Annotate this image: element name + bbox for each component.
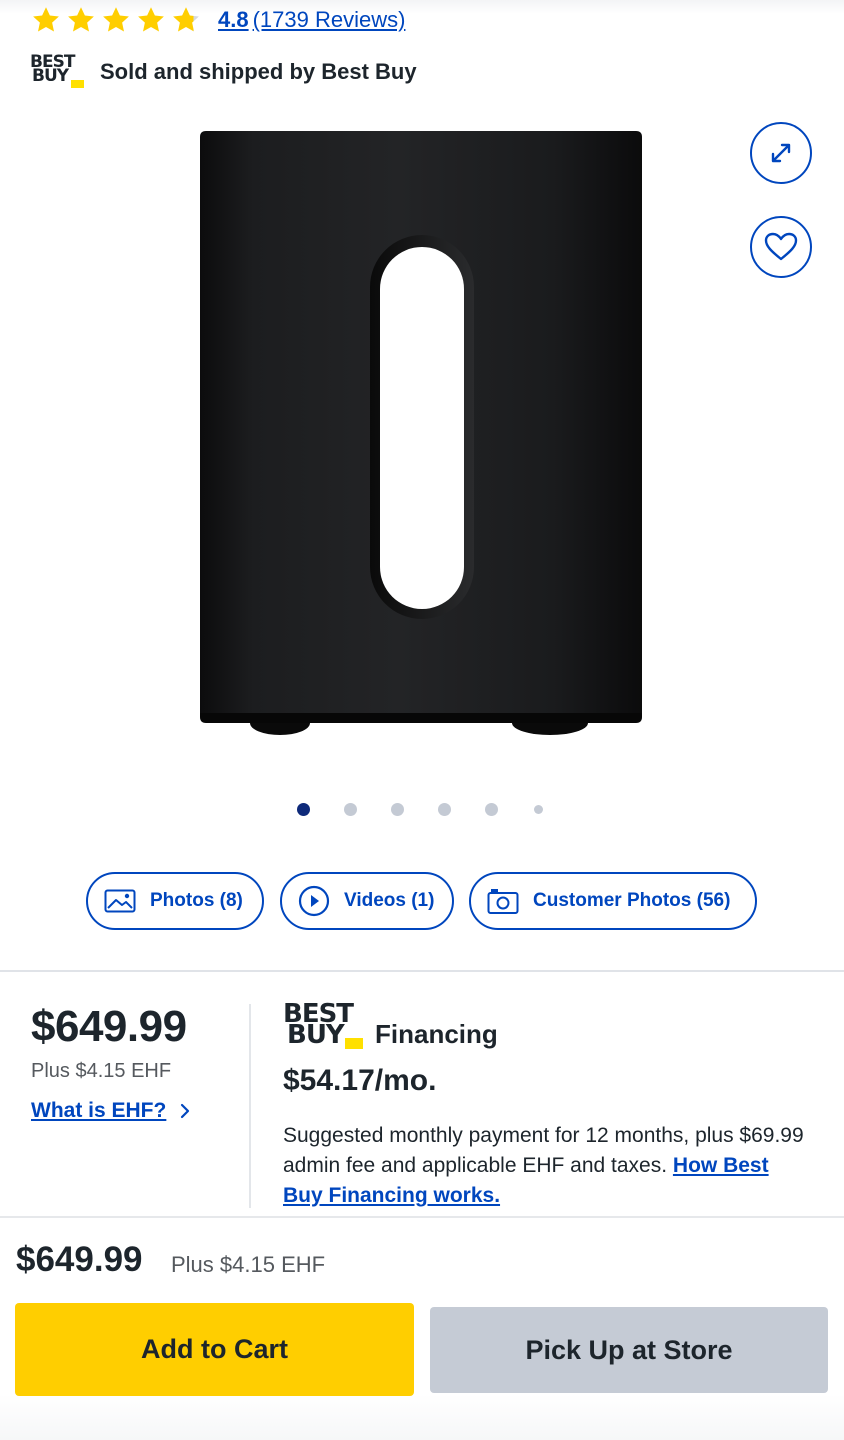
section-divider <box>0 970 844 972</box>
carousel-dot[interactable] <box>297 802 310 816</box>
heart-icon <box>764 232 798 261</box>
star-icon <box>103 7 129 32</box>
rating-row: 4.8 (1739 Reviews) <box>30 4 405 36</box>
bar-price: $649.99 <box>16 1240 143 1279</box>
videos-button[interactable]: Videos (1) <box>280 872 454 930</box>
star-icon <box>33 7 59 32</box>
rating-score[interactable]: 4.8 <box>218 7 249 32</box>
carousel-dot[interactable] <box>438 802 451 816</box>
image-icon <box>104 889 136 913</box>
play-icon <box>298 885 330 917</box>
monthly-payment: $54.17/mo. <box>283 1064 437 1097</box>
pick-up-at-store-button[interactable]: Pick Up at Store <box>430 1307 828 1393</box>
videos-label[interactable]: Videos (1) <box>344 890 434 912</box>
price-tag-icon <box>71 80 84 88</box>
financing-description: Suggested monthly payment for 12 months,… <box>283 1124 804 1207</box>
financing-header: BEST BUY Financing <box>283 1001 498 1051</box>
seller-text: Sold and shipped by Best Buy <box>100 59 417 84</box>
review-count[interactable]: (1739 Reviews) <box>253 7 406 32</box>
chevron-right-icon <box>181 1103 190 1119</box>
reviews-link[interactable]: 4.8 (1739 Reviews) <box>218 7 405 33</box>
photos-label[interactable]: Photos (8) <box>150 890 243 912</box>
wishlist-button[interactable] <box>750 216 812 278</box>
expand-image-button[interactable] <box>750 122 812 184</box>
sticky-purchase-bar: $649.99 Plus $4.15 EHF Add to Cart Pick … <box>0 1216 844 1440</box>
product-image[interactable] <box>190 125 652 740</box>
what-is-ehf-link[interactable]: What is EHF? <box>31 1099 190 1123</box>
customer-photos-label[interactable]: Customer Photos (56) <box>533 890 730 912</box>
add-to-cart-button[interactable]: Add to Cart <box>15 1303 414 1396</box>
camera-icon <box>487 889 519 914</box>
carousel-dot[interactable] <box>391 802 404 816</box>
star-rating <box>30 5 202 35</box>
product-price: $649.99 <box>31 1002 187 1051</box>
star-icon <box>68 7 94 32</box>
ehf-note: Plus $4.15 EHF <box>31 1060 172 1082</box>
star-icon <box>138 7 164 32</box>
star-icon <box>173 7 199 32</box>
carousel-dot[interactable] <box>485 802 498 816</box>
best-buy-logo: BEST BUY <box>30 54 86 88</box>
seller-row: BEST BUY Sold and shipped by Best Buy <box>30 54 417 90</box>
carousel-dot[interactable] <box>534 804 543 814</box>
carousel-dot[interactable] <box>344 802 357 816</box>
financing-title: Financing <box>375 1018 498 1049</box>
expand-arrows-icon <box>771 143 791 163</box>
best-buy-logo: BEST BUY <box>283 1001 371 1050</box>
bar-ehf-note: Plus $4.15 EHF <box>171 1252 326 1277</box>
price-tag-icon <box>345 1038 363 1049</box>
photos-button[interactable]: Photos (8) <box>86 872 264 930</box>
customer-photos-button[interactable]: Customer Photos (56) <box>469 872 757 930</box>
carousel-dots <box>297 802 577 816</box>
subwoofer-image <box>200 131 642 735</box>
price-divider <box>249 1004 251 1208</box>
